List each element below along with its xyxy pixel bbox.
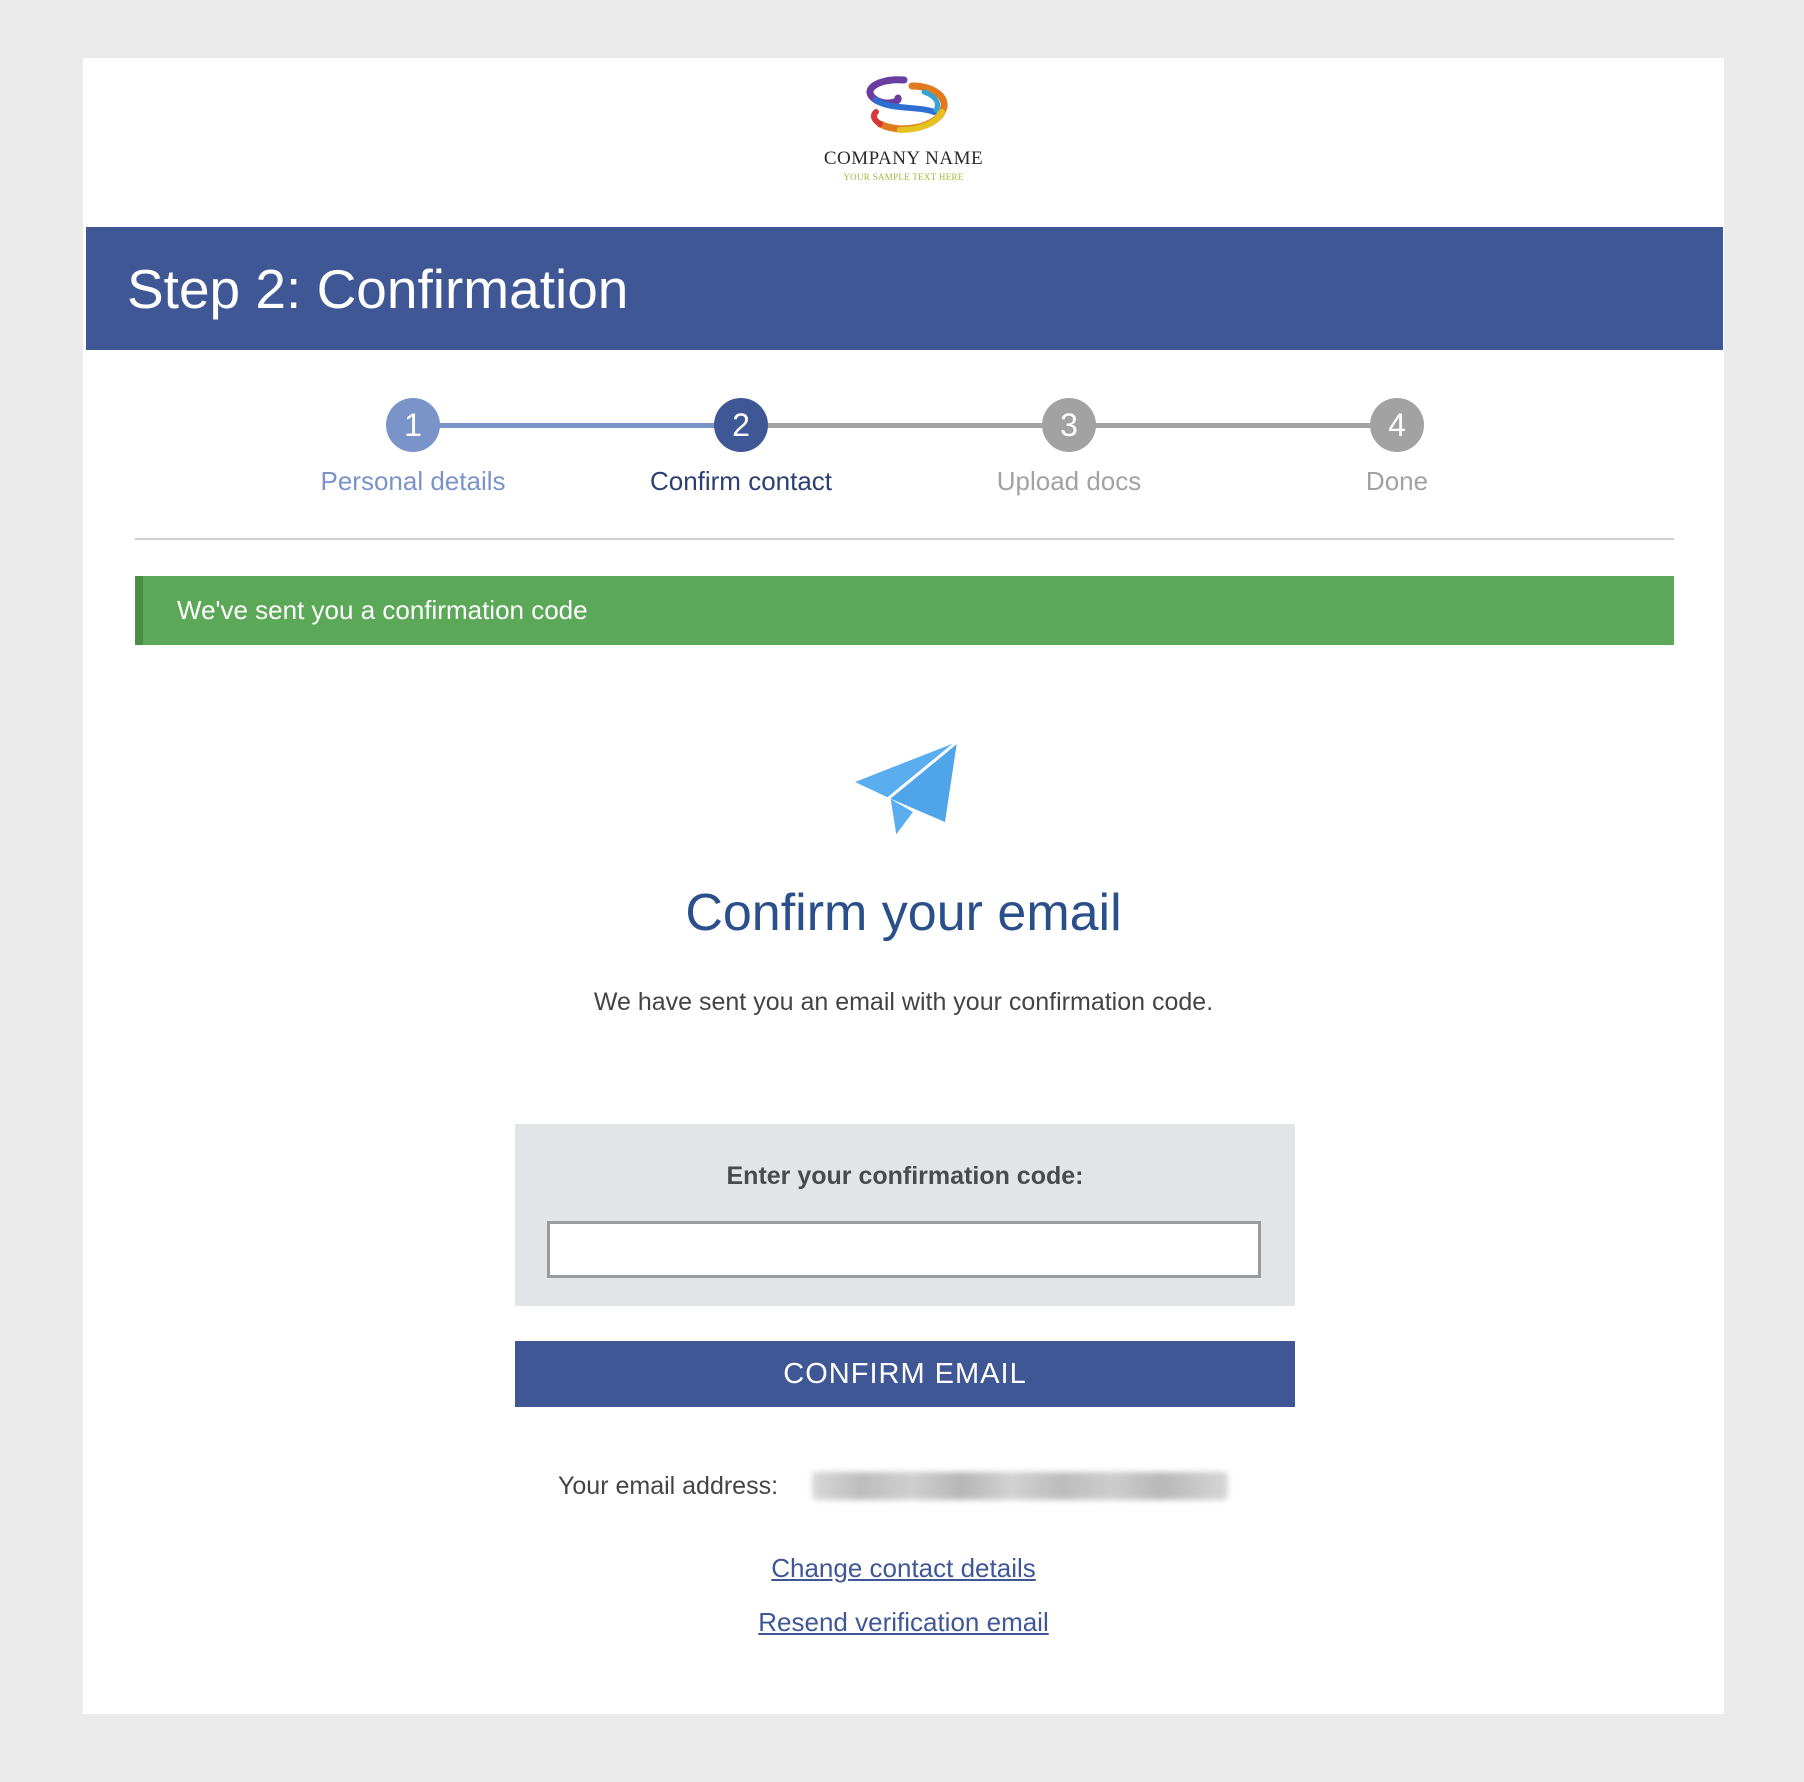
email-address-label: Your email address: — [558, 1471, 779, 1500]
page-title: Step 2: Confirmation — [127, 257, 629, 320]
step-number: 1 — [386, 398, 440, 452]
step-number: 3 — [1042, 398, 1096, 452]
alert-message: We've sent you a confirmation code — [177, 595, 588, 625]
confirmation-code-label: Enter your confirmation code: — [726, 1162, 1084, 1190]
change-contact-link-wrapper: Change contact details — [83, 1553, 1724, 1584]
resend-verification-email-link[interactable]: Resend verification email — [758, 1607, 1048, 1637]
confirm-email-button[interactable]: CONFIRM EMAIL — [515, 1341, 1295, 1407]
confirmation-code-input[interactable] — [547, 1221, 1261, 1278]
confirm-email-subtitle: We have sent you an email with your conf… — [593, 988, 1214, 1016]
divider — [135, 538, 1674, 540]
step-upload-docs: 3 Upload docs — [939, 398, 1199, 497]
company-tagline: YOUR SAMPLE TEXT HERE — [843, 172, 964, 182]
confirmation-code-panel: Enter your confirmation code: — [515, 1124, 1295, 1306]
company-logo-mark — [866, 76, 947, 133]
confirm-email-title: Confirm your email — [685, 884, 1122, 942]
progress-stepper: 1 Personal details 2 Confirm contact 3 U… — [83, 398, 1724, 518]
step-confirm-contact: 2 Confirm contact — [611, 398, 871, 497]
step-label: Upload docs — [996, 466, 1142, 496]
resend-link-wrapper: Resend verification email — [83, 1607, 1724, 1638]
signup-card: COMPANY NAME YOUR SAMPLE TEXT HERE Step … — [83, 58, 1724, 1714]
company-name: COMPANY NAME — [823, 148, 984, 169]
step-label: Confirm contact — [649, 466, 833, 496]
email-address-row: Your email address: — [558, 1456, 1229, 1516]
company-logo: COMPANY NAME YOUR SAMPLE TEXT HERE — [83, 66, 1724, 226]
email-address-value-redacted — [812, 1472, 1229, 1500]
step-personal-details[interactable]: 1 Personal details — [283, 398, 543, 497]
step-header: Step 2: Confirmation — [86, 227, 1723, 350]
change-contact-details-link[interactable]: Change contact details — [771, 1553, 1036, 1583]
success-alert: We've sent you a confirmation code — [135, 576, 1674, 645]
step-done: 4 Done — [1267, 398, 1527, 497]
step-label: Done — [1365, 466, 1429, 496]
paper-plane-icon — [855, 740, 958, 837]
step-label: Personal details — [320, 466, 506, 496]
step-number: 4 — [1370, 398, 1424, 452]
step-number: 2 — [714, 398, 768, 452]
